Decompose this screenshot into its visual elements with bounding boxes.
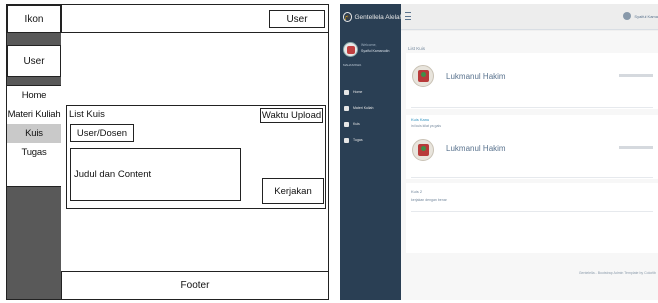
sidebar-item-label: Kuis [353, 122, 360, 126]
app-profile: Welcome, Syaiful Kamarudin MAHASISWA [343, 42, 401, 68]
sidebar-item-home[interactable]: Home [344, 84, 400, 100]
sidebar-item-kuis[interactable]: Kuis [344, 116, 400, 132]
wireframe-menu-kuis[interactable]: Kuis [7, 124, 61, 143]
app-screenshot: 🎓 Gentellela Alela! Welcome, Syaiful Kam… [340, 4, 658, 300]
wireframe-menu-tugas[interactable]: Tugas [7, 143, 61, 162]
wireframe-kerjakan-button[interactable]: Kerjakan [262, 178, 324, 204]
wireframe-top-user-box[interactable]: User [269, 10, 325, 28]
app-main-content: List Kuis Lukmanul Hakim Kuis Kanu ini k… [401, 31, 658, 300]
profile-name: Syaiful Kamarudin [361, 49, 390, 53]
wireframe-sidebar-user-box: User [7, 45, 61, 77]
graduation-cap-icon: 🎓 [343, 12, 353, 22]
avatar [412, 139, 434, 161]
wireframe-logo-box: Ikon [7, 5, 61, 33]
quiz-description: ini kuis kilat ya gais [411, 124, 441, 128]
upload-time-label [619, 146, 653, 149]
profile-welcome: Welcome, [361, 43, 377, 47]
wireframe-user-dosen-box: User/Dosen [70, 124, 134, 142]
wireframe-menu-home[interactable]: Home [7, 86, 61, 105]
sidebar-item-label: Home [353, 90, 363, 94]
app-brand[interactable]: 🎓 Gentellela Alela! [340, 4, 401, 30]
quiz-author: Lukmanul Hakim [446, 144, 506, 153]
quiz-card: Kuis Kanu ini kuis kilat ya gais Lukmanu… [406, 115, 658, 179]
quiz-title-link[interactable]: Kuis 2 [411, 189, 422, 194]
app-top-nav: Syaiful Kama [401, 4, 658, 30]
book-icon [344, 105, 349, 111]
avatar [412, 65, 434, 87]
home-icon [344, 89, 349, 95]
page-title: List Kuis [408, 46, 426, 51]
top-user-menu[interactable]: Syaiful Kama [623, 12, 658, 20]
wireframe-upload-time-box: Waktu Upload [260, 108, 323, 123]
divider [411, 107, 653, 108]
layout-wireframe: Ikon User Home Materi Kuliah Kuis Tugas … [6, 4, 329, 300]
avatar [623, 12, 632, 20]
wireframe-menu: Home Materi Kuliah Kuis Tugas [7, 85, 61, 187]
user-icon [344, 137, 349, 143]
menu-toggle-icon[interactable] [405, 12, 411, 20]
sidebar-item-label: Materi Kuliah [353, 106, 374, 110]
top-user-name: Syaiful Kama [634, 13, 658, 19]
divider [411, 211, 653, 212]
quiz-title-link[interactable]: Kuis Kanu [411, 117, 429, 122]
footer-text: Gentelella - Bootstrap Admin Template by… [578, 271, 656, 275]
sidebar-item-tugas[interactable]: Tugas [344, 132, 400, 148]
quiz-card: Lukmanul Hakim [406, 53, 658, 109]
app-brand-name: Gentellela Alela! [354, 13, 402, 21]
wireframe-quiz-panel: List Kuis Waktu Upload User/Dosen Judul … [66, 105, 326, 209]
wireframe-panel-title: List Kuis [69, 109, 105, 120]
quiz-description: kerjakan dengan benar [411, 198, 447, 202]
sidebar-item-label: Tugas [353, 138, 363, 142]
wireframe-content-box: Judul dan Content [70, 148, 241, 201]
app-sidebar: 🎓 Gentellela Alela! Welcome, Syaiful Kam… [340, 4, 401, 300]
wireframe-footer: Footer [61, 271, 328, 299]
upload-time-label [619, 74, 653, 77]
edit-icon [344, 121, 349, 127]
app-nav: Home Materi Kuliah Kuis Tugas [344, 84, 400, 148]
sidebar-item-materi-kuliah[interactable]: Materi Kuliah [344, 100, 400, 116]
profile-role: MAHASISWA [343, 63, 362, 67]
avatar [343, 42, 358, 57]
divider [411, 177, 653, 178]
quiz-card: Kuis 2 kerjakan dengan benar [406, 183, 658, 253]
wireframe-menu-materi-kuliah[interactable]: Materi Kuliah [7, 105, 61, 124]
quiz-author: Lukmanul Hakim [446, 72, 506, 81]
